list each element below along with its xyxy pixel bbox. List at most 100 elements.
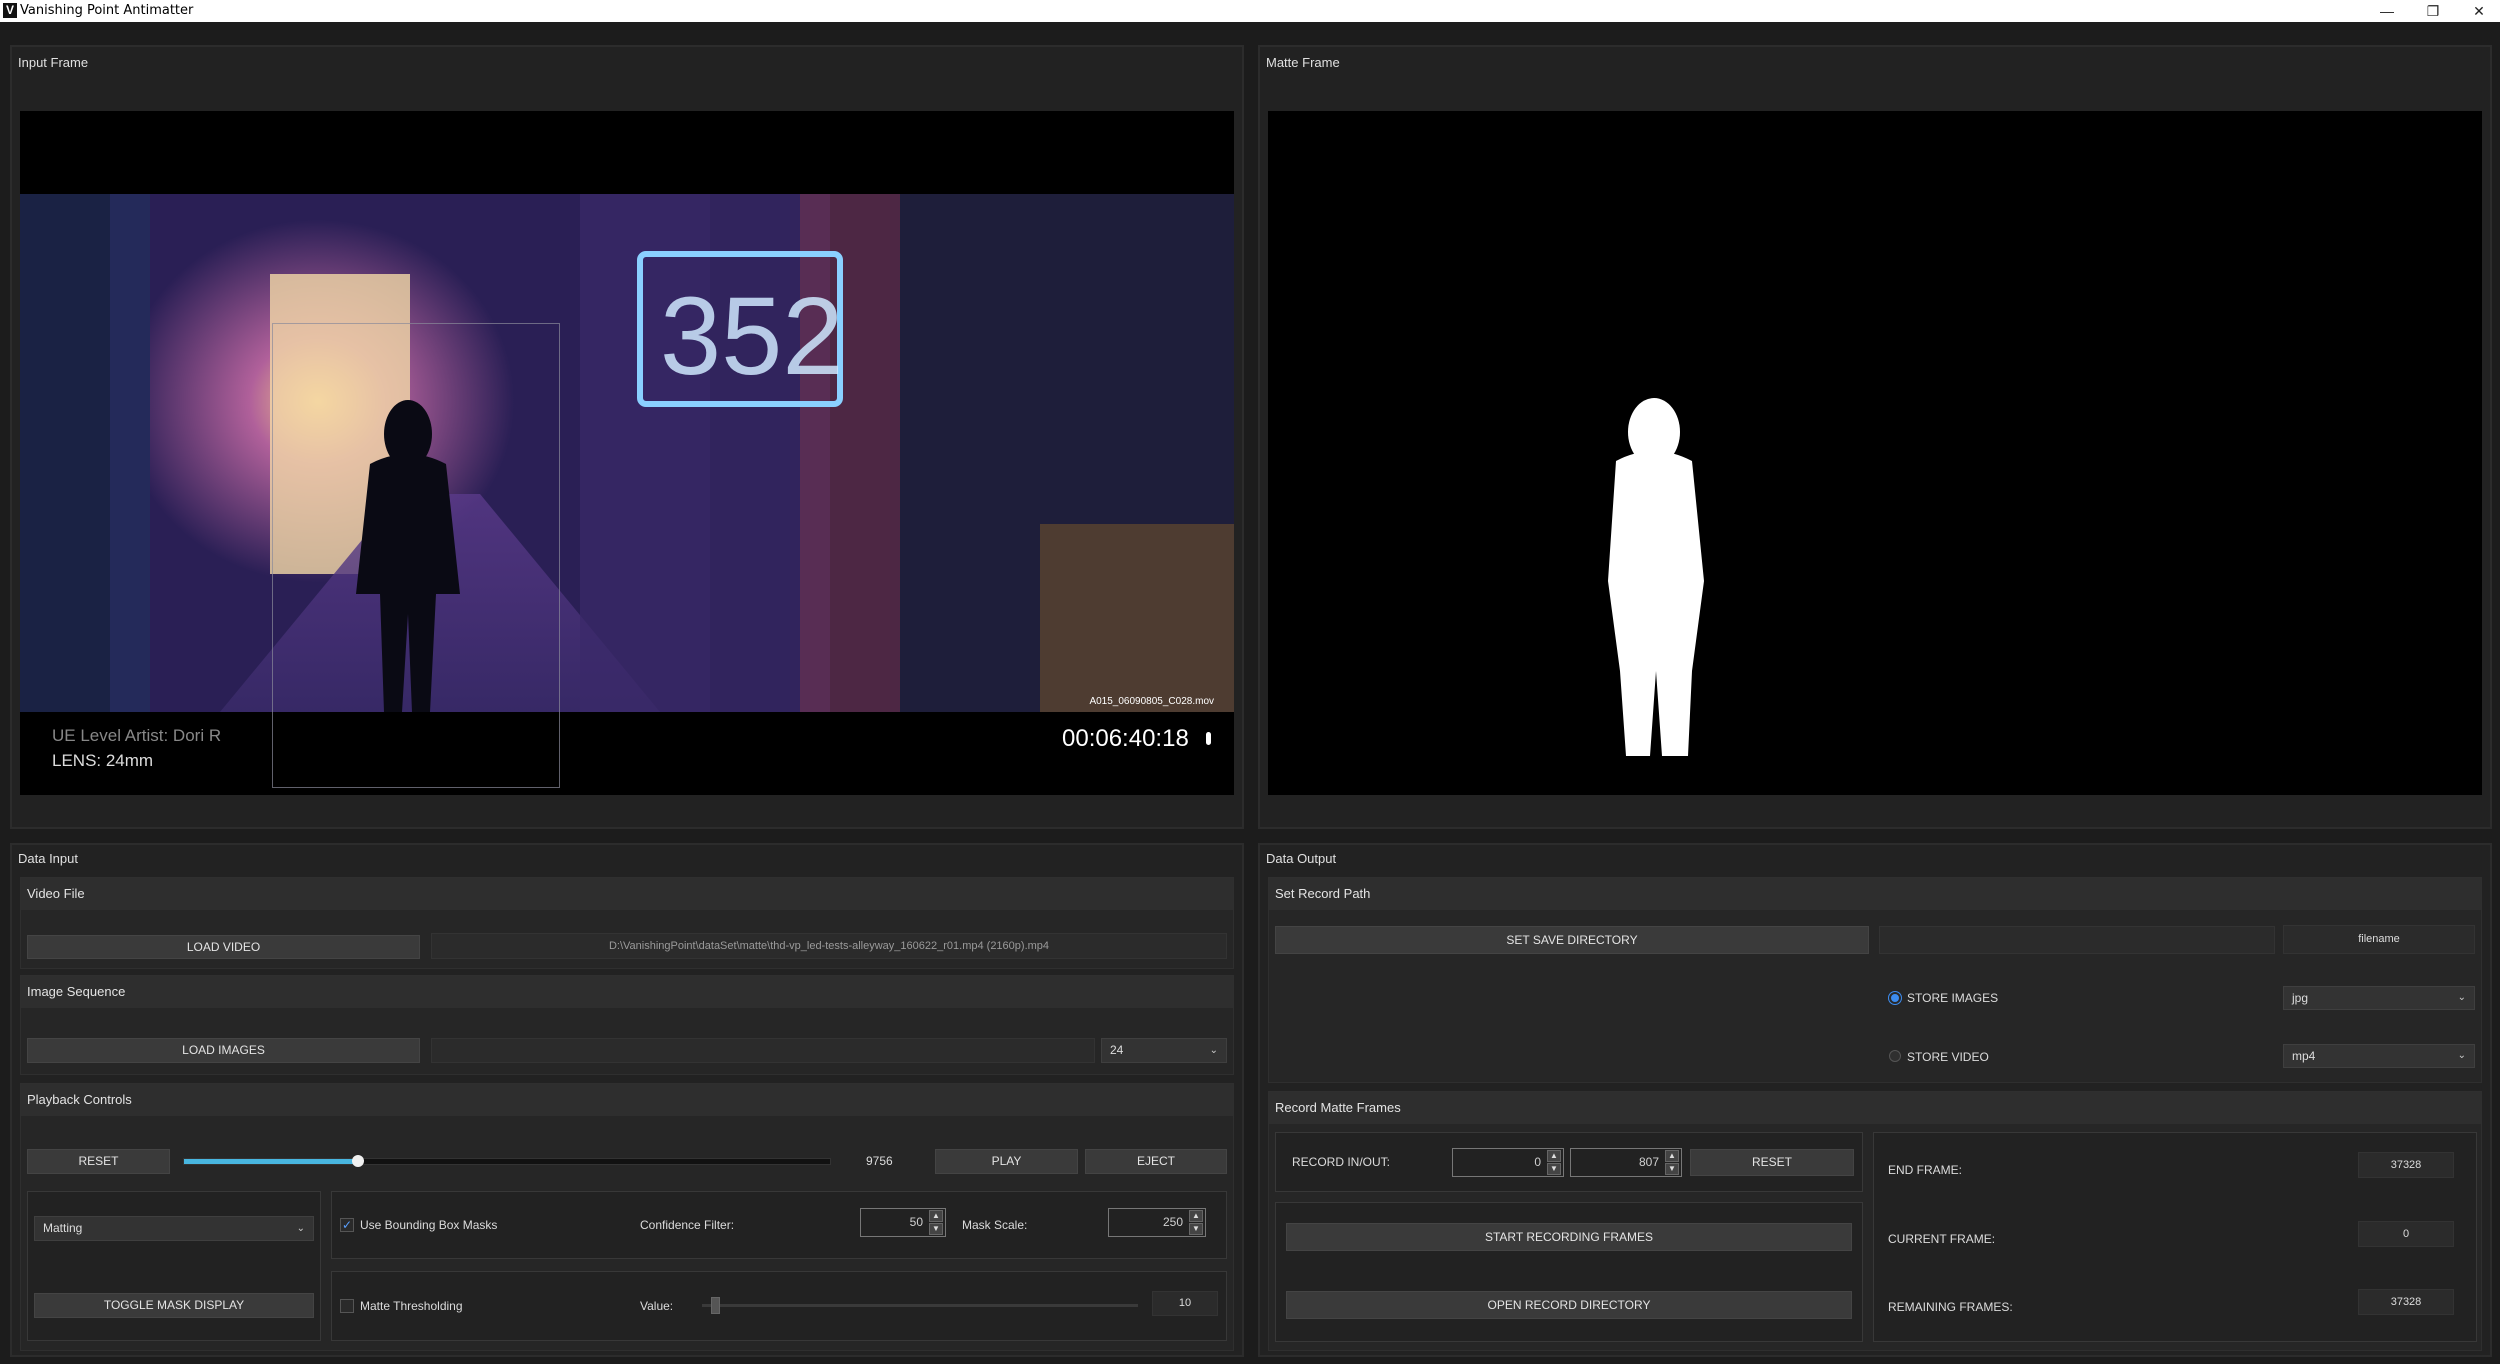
store-video-radio[interactable] [1889, 1050, 1901, 1062]
matte-threshold-label: Matte Thresholding [360, 1299, 463, 1313]
play-button[interactable]: PLAY [935, 1149, 1078, 1174]
video-path-field[interactable]: D:\VanishingPoint\dataSet\matte\thd-vp_l… [431, 933, 1227, 959]
store-images-label: STORE IMAGES [1907, 991, 1999, 1005]
chevron-up-icon[interactable]: ▲ [1665, 1150, 1679, 1162]
image-format-dropdown[interactable]: jpg ⌄ [2283, 986, 2475, 1010]
mode-dropdown[interactable]: Matting ⌄ [34, 1216, 314, 1241]
threshold-box: Matte Thresholding Value: 10 [331, 1271, 1227, 1341]
record-path-section: Set Record Path SET SAVE DIRECTORY filen… [1268, 877, 2482, 1083]
store-images-radio[interactable] [1889, 992, 1901, 1004]
filename-field[interactable]: filename [2283, 925, 2475, 954]
record-actions-box: START RECORDING FRAMES OPEN RECORD DIREC… [1275, 1202, 1863, 1342]
threshold-value-field[interactable]: 10 [1152, 1291, 1218, 1316]
playback-slider-handle[interactable] [352, 1155, 365, 1167]
record-inout-box: RECORD IN/OUT: 0 ▲ ▼ 807 ▲ ▼ RESET [1275, 1132, 1863, 1192]
use-bbox-checkbox[interactable]: ✓ [340, 1218, 354, 1232]
save-directory-field[interactable] [1879, 926, 2275, 954]
record-reset-button[interactable]: RESET [1690, 1149, 1854, 1176]
overlay-lens: LENS: 24mm [52, 751, 154, 770]
data-input-title: Data Input [18, 851, 78, 866]
chevron-up-icon[interactable]: ▲ [1189, 1210, 1203, 1222]
matte-frame-title: Matte Frame [1266, 55, 1340, 70]
image-sequence-section: Image Sequence LOAD IMAGES 24 ⌄ [20, 975, 1234, 1075]
data-output-panel: Data Output Set Record Path SET SAVE DIR… [1258, 843, 2492, 1357]
fps-dropdown[interactable]: 24 ⌄ [1101, 1038, 1227, 1063]
chevron-down-icon: ⌄ [2457, 1050, 2466, 1061]
chevron-down-icon: ⌄ [1209, 1045, 1218, 1056]
record-dot-icon [1206, 732, 1211, 745]
input-video-image: 352 [20, 194, 1234, 712]
end-frame-label: END FRAME: [1888, 1163, 1963, 1177]
video-format-dropdown[interactable]: mp4 ⌄ [2283, 1044, 2475, 1068]
record-matte-section: Record Matte Frames RECORD IN/OUT: 0 ▲ ▼… [1268, 1091, 2482, 1351]
playback-header: Playback Controls [21, 1084, 1233, 1116]
matte-threshold-checkbox[interactable] [340, 1299, 354, 1313]
video-file-header: Video File [21, 878, 1233, 910]
load-images-button[interactable]: LOAD IMAGES [27, 1038, 420, 1063]
image-format-value: jpg [2292, 991, 2309, 1005]
playback-reset-button[interactable]: RESET [27, 1149, 170, 1174]
record-out-value: 807 [1638, 1155, 1659, 1169]
image-path-field[interactable] [431, 1038, 1095, 1063]
eject-button[interactable]: EJECT [1085, 1149, 1227, 1174]
threshold-value-label: Value: [640, 1299, 674, 1313]
data-output-title: Data Output [1266, 851, 1337, 866]
mode-value: Matting [43, 1221, 83, 1235]
chevron-down-icon[interactable]: ▼ [929, 1223, 943, 1235]
fps-value: 24 [1110, 1043, 1124, 1057]
matte-frame-panel: Matte Frame [1258, 45, 2492, 829]
threshold-slider[interactable] [702, 1297, 1138, 1314]
input-frame-panel: Input Frame 352 A015_06090805_C028.mov U… [10, 45, 1244, 829]
open-record-directory-button[interactable]: OPEN RECORD DIRECTORY [1286, 1291, 1852, 1319]
threshold-slider-handle[interactable] [710, 1297, 720, 1314]
mode-box: Matting ⌄ TOGGLE MASK DISPLAY [27, 1191, 321, 1341]
image-sequence-header: Image Sequence [21, 976, 1233, 1008]
video-format-value: mp4 [2292, 1049, 2316, 1063]
minimize-icon[interactable]: — [2364, 0, 2410, 22]
use-bbox-label: Use Bounding Box Masks [360, 1218, 498, 1232]
chevron-down-icon[interactable]: ▼ [1547, 1163, 1561, 1175]
toggle-mask-display-button[interactable]: TOGGLE MASK DISPLAY [34, 1293, 314, 1318]
playback-slider-fill [184, 1159, 359, 1164]
chevron-up-icon[interactable]: ▲ [929, 1210, 943, 1222]
bounding-box-overlay [272, 323, 560, 788]
chevron-down-icon[interactable]: ▼ [1665, 1163, 1679, 1175]
close-icon[interactable]: ✕ [2456, 0, 2500, 22]
mask-scale-label: Mask Scale: [962, 1218, 1028, 1232]
chevron-down-icon[interactable]: ▼ [1189, 1223, 1203, 1235]
chevron-up-icon[interactable]: ▲ [1547, 1150, 1561, 1162]
matte-silhouette [1608, 398, 1704, 756]
record-in-value: 0 [1534, 1155, 1541, 1169]
playback-slider[interactable] [183, 1155, 831, 1167]
confidence-filter-spinbox[interactable]: 50 ▲ ▼ [860, 1208, 946, 1237]
mask-scale-value: 250 [1162, 1215, 1183, 1229]
data-input-panel: Data Input Video File LOAD VIDEO D:\Vani… [10, 843, 1244, 1357]
title-bar: V Vanishing Point Antimatter — ❐ ✕ [0, 0, 2500, 22]
frame-stats-box: END FRAME: 37328 CURRENT FRAME: 0 REMAIN… [1873, 1132, 2477, 1342]
playback-section: Playback Controls RESET 9756 PLAY EJECT … [20, 1083, 1234, 1351]
record-out-spinbox[interactable]: 807 ▲ ▼ [1570, 1148, 1682, 1177]
window-title: Vanishing Point Antimatter [20, 3, 194, 18]
start-recording-button[interactable]: START RECORDING FRAMES [1286, 1223, 1852, 1251]
frame-counter: 9756 [866, 1154, 893, 1168]
mask-scale-spinbox[interactable]: 250 ▲ ▼ [1108, 1208, 1206, 1237]
video-file-section: Video File LOAD VIDEO D:\VanishingPoint\… [20, 877, 1234, 969]
svg-text:352: 352 [660, 275, 844, 398]
matte-viewport[interactable] [1268, 111, 2482, 795]
store-video-label: STORE VIDEO [1907, 1050, 1989, 1064]
confidence-value: 50 [909, 1215, 923, 1229]
current-frame-label: CURRENT FRAME: [1888, 1232, 1996, 1246]
restore-icon[interactable]: ❐ [2410, 0, 2456, 22]
record-matte-header: Record Matte Frames [1269, 1092, 2481, 1124]
set-save-directory-button[interactable]: SET SAVE DIRECTORY [1275, 926, 1869, 954]
chevron-down-icon: ⌄ [296, 1223, 305, 1234]
timecode: 00:06:40:18 [1062, 725, 1189, 752]
record-in-spinbox[interactable]: 0 ▲ ▼ [1452, 1148, 1564, 1177]
load-video-button[interactable]: LOAD VIDEO [27, 935, 420, 959]
end-frame-value: 37328 [2358, 1152, 2454, 1178]
remaining-frames-label: REMAINING FRAMES: [1888, 1300, 2013, 1314]
record-path-header: Set Record Path [1269, 878, 2481, 910]
input-video-viewport[interactable]: 352 A015_06090805_C028.mov UE Level Arti… [20, 111, 1234, 795]
confidence-filter-label: Confidence Filter: [640, 1218, 735, 1232]
current-frame-value: 0 [2358, 1221, 2454, 1247]
